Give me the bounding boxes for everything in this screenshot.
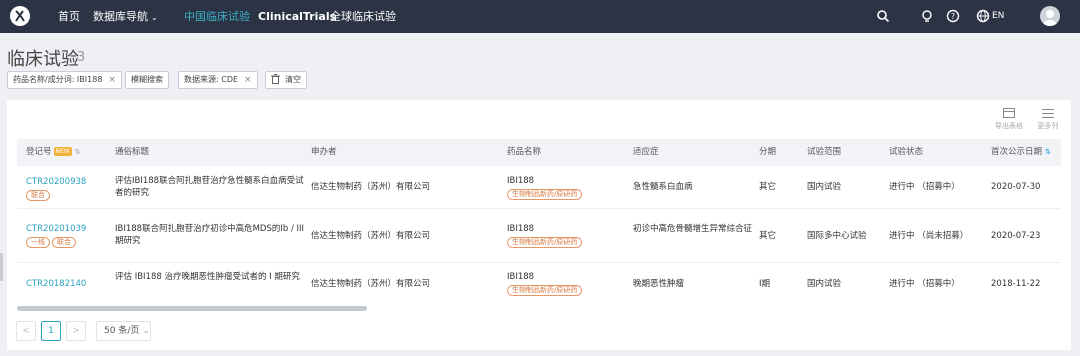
user-avatar[interactable] [1040, 6, 1060, 26]
registration-link[interactable]: CTR20182140 [26, 278, 86, 290]
registration-link[interactable]: CTR20201039 [26, 223, 86, 235]
indication: 初诊中高危骨髓增生异常综合征 [633, 224, 753, 234]
page-size-label: 50 条/页 [104, 326, 140, 336]
page-title: 临床试验 [7, 49, 79, 70]
col-header-scope: 试验范围 [807, 147, 842, 157]
table-header: 登记号 NEW ⇅ 通俗标题 申办者 药品名称 适应症 分期 试验范围 试验状态 首… [17, 139, 1061, 166]
trial-scope: 国内试验 [807, 182, 842, 192]
table-row: CTR20182140 评估 IBI188 治疗晚期恶性肿瘤受试者的 I 期研究… [17, 263, 1061, 303]
tag: 联合 [26, 190, 50, 201]
trial-scope: 国内试验 [807, 279, 842, 289]
sponsor: 信达生物制药（苏州）有限公司 [311, 182, 431, 192]
trial-status: 进行中 （尚未招募） [889, 231, 969, 241]
tag: 一线 [26, 237, 50, 248]
new-badge: NEW [53, 147, 72, 156]
phase: 其它 [759, 231, 777, 241]
sponsor: 信达生物制药（苏州）有限公司 [311, 279, 431, 289]
export-icon [993, 108, 1025, 119]
page-size-select[interactable]: 50 条/页 ⌄ [96, 321, 151, 341]
drug-name: IBI188 [507, 272, 535, 282]
tag-list: 联合 [26, 189, 52, 201]
registration-link[interactable]: CTR20200938 [26, 176, 86, 188]
close-icon[interactable]: × [244, 75, 252, 85]
drug-tag: 生物制品新药/原研药 [507, 189, 583, 200]
drug-tag-wrap: 生物制品新药/原研药 [507, 188, 584, 200]
tag: 联合 [52, 237, 76, 248]
next-page-button[interactable]: > [66, 321, 86, 341]
more-columns-button[interactable]: 更多列 [1032, 108, 1064, 131]
prev-page-button[interactable]: < [16, 321, 36, 341]
publish-date: 2020-07-23 [991, 231, 1041, 241]
drug-tag-wrap: 生物制品新药/原研药 [507, 236, 584, 248]
phase: 其它 [759, 182, 777, 192]
phase: I期 [759, 279, 771, 289]
logo[interactable] [10, 6, 30, 26]
top-nav: 首页 数据库导航 ⌄ 中国临床试验 ClinicalTrials 全球临床试验 ?… [0, 0, 1080, 33]
indication: 晚期恶性肿瘤 [633, 279, 685, 289]
sort-icon[interactable]: ⇅ [75, 148, 81, 156]
nav-database-label: 数据库导航 [93, 10, 148, 23]
col-header-label: 登记号 [26, 147, 52, 157]
sort-icon[interactable]: ⇅ [1045, 148, 1051, 156]
horizontal-scrollbar[interactable] [17, 306, 367, 311]
clear-filters-label: 清空 [285, 75, 301, 84]
col-header-title: 通俗标题 [115, 147, 150, 157]
trial-scope: 国际多中心试验 [807, 231, 867, 241]
drug-name: IBI188 [507, 176, 535, 186]
side-collapse-handle[interactable] [0, 253, 3, 281]
col-header-phase: 分期 [759, 147, 777, 157]
trial-title: 评估IBI188联合阿扎胞苷治疗急性髓系白血病受试者的研究 [115, 176, 304, 198]
search-icon[interactable] [876, 9, 890, 23]
bulb-icon[interactable] [920, 9, 934, 23]
trial-title: IBI188联合阿扎胞苷治疗初诊中高危MDS的Ib / III期研究 [115, 224, 305, 246]
more-columns-label: 更多列 [1037, 122, 1059, 130]
drug-tag-wrap: 生物制品新药/原研药 [507, 284, 584, 296]
filter-chip-source-label: 数据来源: CDE [184, 75, 239, 84]
publish-date: 2020-07-30 [991, 182, 1041, 192]
col-header-date[interactable]: 首次公示日期 ⇅ [991, 139, 1051, 166]
publish-date: 2018-11-22 [991, 279, 1041, 289]
help-icon[interactable]: ? [946, 9, 960, 23]
language-switch[interactable]: EN [992, 0, 1004, 33]
list-icon [1032, 108, 1064, 119]
tab-china-trials[interactable]: 中国临床试验 [184, 0, 250, 33]
trial-status: 进行中 （招募中） [889, 182, 960, 192]
trial-status: 进行中 （招募中） [889, 279, 960, 289]
nav-database[interactable]: 数据库导航 ⌄ [93, 0, 158, 33]
drug-tag: 生物制品新药/原研药 [507, 237, 583, 248]
col-header-indication: 适应症 [633, 147, 659, 157]
clear-filters-button[interactable]: 清空 [265, 71, 307, 89]
tab-global-trials[interactable]: 全球临床试验 [330, 0, 396, 33]
nav-home[interactable]: 首页 [58, 0, 80, 33]
indication: 急性髓系白血病 [633, 182, 693, 192]
drug-name: IBI188 [507, 224, 535, 234]
col-header-drug: 药品名称 [507, 147, 542, 157]
trial-title: 评估 IBI188 治疗晚期恶性肿瘤受试者的 I 期研究 [115, 272, 300, 282]
result-count: 3 [77, 50, 86, 65]
export-table-button[interactable]: 导出表格 [993, 108, 1025, 131]
trash-icon [271, 74, 280, 90]
chevron-down-icon: ⌄ [151, 13, 158, 22]
table-row: CTR20200938 联合 评估IBI188联合阿扎胞苷治疗急性髓系白血病受试… [17, 166, 1061, 209]
export-table-label: 导出表格 [995, 122, 1023, 130]
page-1-button[interactable]: 1 [41, 321, 61, 341]
close-icon[interactable]: × [108, 75, 116, 85]
results-card: 导出表格 更多列 登记号 NEW ⇅ 通俗标题 申办者 药品名称 适应症 分期 试验… [7, 100, 1071, 350]
col-header-registration[interactable]: 登记号 NEW ⇅ [26, 139, 81, 166]
svg-text:?: ? [951, 12, 955, 21]
chevron-down-icon: ⌄ [142, 326, 150, 336]
drug-tag: 生物制品新药/原研药 [507, 285, 583, 296]
tab-clinicaltrials[interactable]: ClinicalTrials [258, 0, 336, 33]
col-header-label: 首次公示日期 [991, 147, 1043, 157]
filter-chip-fuzzy[interactable]: 模糊搜索 [125, 71, 169, 89]
filter-chip-source: 数据来源: CDE × [178, 71, 258, 89]
table-row: CTR20201039 一线 联合 IBI188联合阿扎胞苷治疗初诊中高危MDS的… [17, 209, 1061, 263]
tag-list: 一线 联合 [26, 236, 78, 248]
sponsor: 信达生物制药（苏州）有限公司 [311, 231, 431, 241]
col-header-status: 试验状态 [889, 147, 924, 157]
col-header-sponsor: 申办者 [311, 147, 337, 157]
filter-chip-drug-label: 药品名称/成分词: IBI188 [13, 75, 103, 84]
filter-chip-drug: 药品名称/成分词: IBI188 × [7, 71, 122, 89]
globe-icon[interactable] [976, 9, 990, 23]
